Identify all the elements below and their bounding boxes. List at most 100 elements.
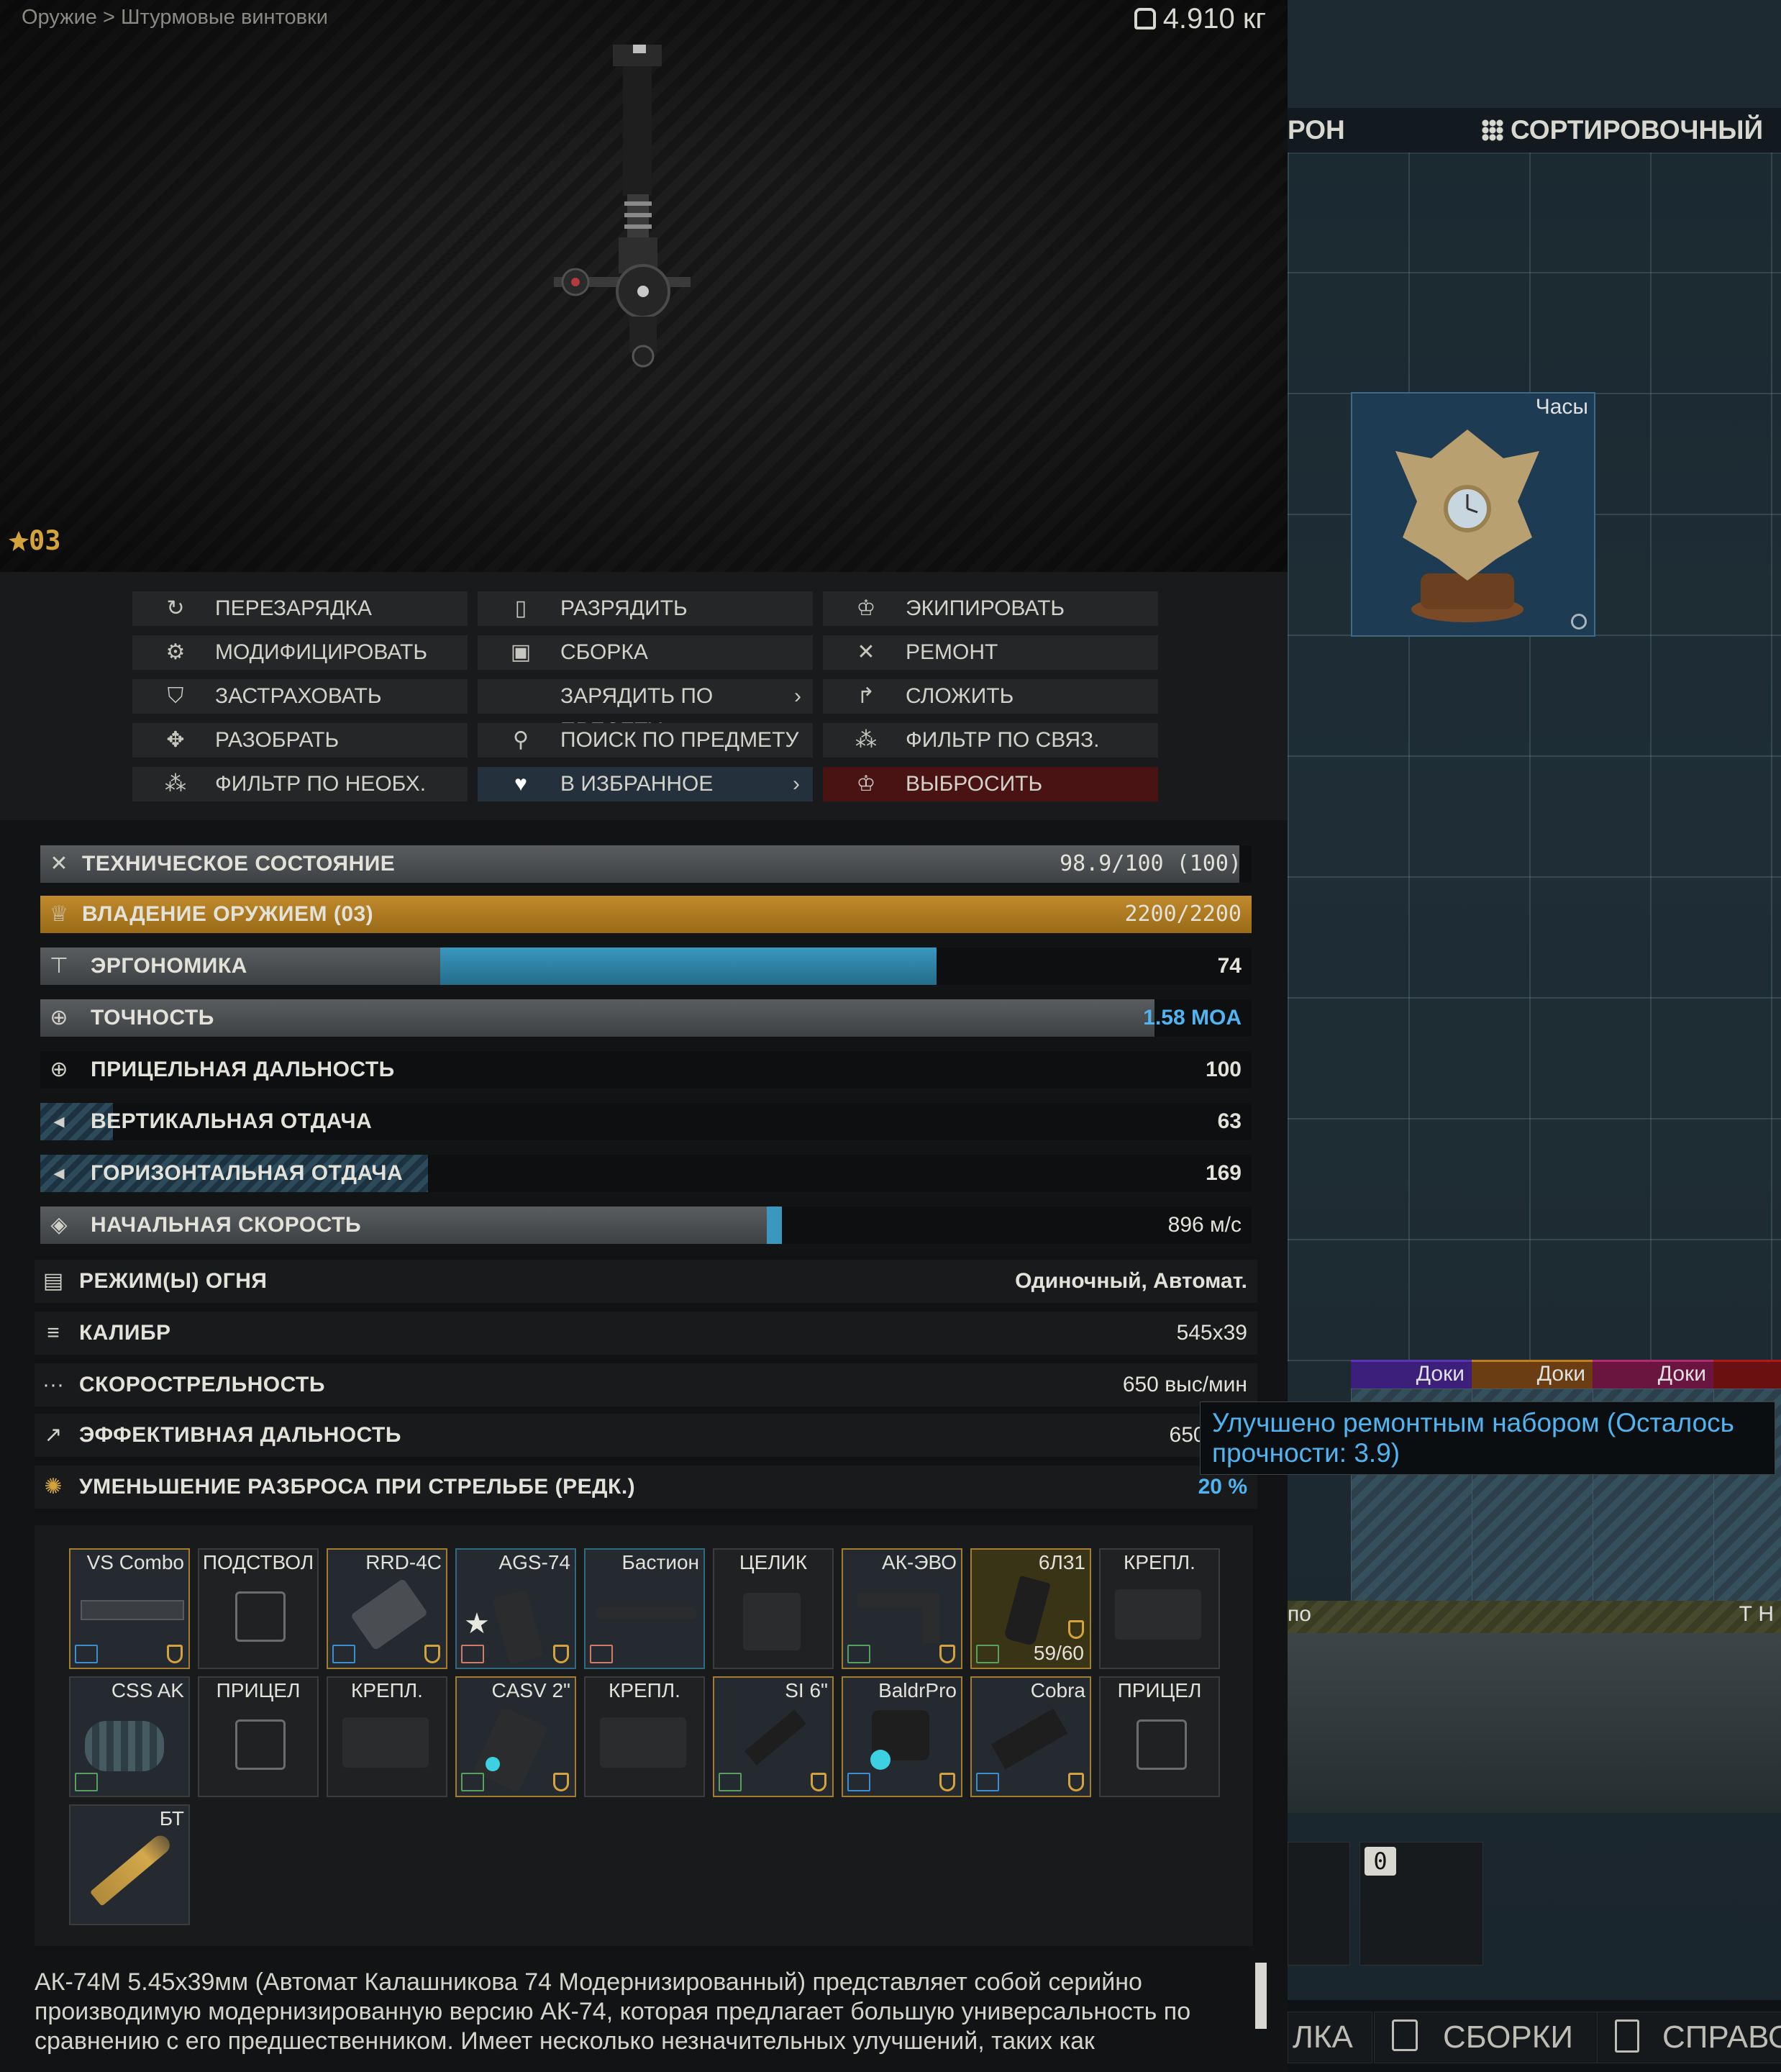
sort-header: РОН СОРТИРОВОЧНЫЙ [1288, 108, 1781, 154]
part-image [743, 1593, 801, 1650]
modify-icon: ⚙ [165, 640, 186, 664]
insured-icon [939, 1645, 955, 1663]
action-build-button[interactable]: ▣ СБОРКА [478, 635, 813, 670]
stash-item-clock[interactable]: Часы [1351, 392, 1595, 637]
stat-horizontal-recoil: ◂ ГОРИЗОНТАЛЬНАЯ ОТДАЧА 169 [40, 1155, 1252, 1192]
slot-gas-tube[interactable]: CSS AK [69, 1676, 190, 1797]
prop-dispersion: ✺ УМЕНЬШЕНИЕ РАЗБРОСА ПРИ СТРЕЛЬБЕ (РЕДК… [35, 1466, 1257, 1509]
repair-tooltip: Улучшено ремонтным набором (Осталось про… [1200, 1401, 1775, 1475]
insured-icon [1068, 1620, 1084, 1639]
slot-chamber[interactable]: БТ [69, 1804, 190, 1925]
slot-type-icon [976, 1645, 999, 1663]
strip-label-left: по [1288, 1602, 1311, 1626]
equipment-slot[interactable] [1288, 1842, 1350, 1966]
weapon-preview[interactable]: Оружие > Штурмовые винтовки 4.910 кг 03 [0, 0, 1288, 572]
action-insure-button[interactable]: ⛉ ЗАСТРАХОВАТЬ [132, 679, 468, 714]
discard-icon: ♔ [856, 772, 876, 796]
action-filter-linked-button[interactable]: ⁂ ФИЛЬТР ПО СВЯЗ. [823, 723, 1158, 758]
stat-value: 74 [1217, 954, 1242, 978]
action-label: ФИЛЬТР ПО СВЯЗ. [906, 728, 1100, 752]
slot-name: AGS-74 [498, 1551, 570, 1573]
slot-rear-sight[interactable]: ЦЕЛИК [713, 1548, 834, 1669]
tab-builds-label: СБОРКИ [1443, 2019, 1573, 2055]
stat-label: НАЧАЛЬНАЯ СКОРОСТЬ [91, 1213, 362, 1237]
stat-label: ЭРГОНОМИКА [91, 954, 247, 978]
slot-grip[interactable]: AGS-74 ★ [455, 1548, 576, 1669]
magazine-count: 59/60 [1033, 1642, 1084, 1664]
velocity-icon: ◈ [50, 1213, 68, 1237]
action-label: ПЕРЕЗАРЯДКА [215, 596, 372, 620]
slot-name: КРЕПЛ. [351, 1679, 423, 1701]
slot-muzzle[interactable]: RRD-4C [327, 1548, 447, 1669]
slot-magazine[interactable]: 6Л31 59/60 [970, 1548, 1091, 1669]
filter-linked-icon: ⁂ [855, 728, 877, 752]
action-discard-button[interactable]: ♔ ВЫБРОСИТЬ [823, 767, 1158, 801]
slot-sight[interactable]: Cobra [970, 1676, 1091, 1797]
clock-item-image [1395, 430, 1539, 622]
large-container[interactable] [1288, 1633, 1781, 1813]
slot-stock[interactable]: АК-ЭВО [842, 1548, 962, 1669]
part-image [1003, 1575, 1051, 1647]
slot-dust-cover[interactable]: Бастион [584, 1548, 705, 1669]
slot-foregrip[interactable]: CASV 2" [455, 1676, 576, 1797]
stash-grid[interactable] [1288, 153, 1781, 1361]
stash-top-area [1288, 0, 1781, 108]
prop-label: УМЕНЬШЕНИЕ РАЗБРОСА ПРИ СТРЕЛЬБЕ (РЕДК.) [79, 1475, 636, 1499]
action-label: РАЗРЯДИТЬ [560, 596, 688, 620]
action-label: ФИЛЬТР ПО НЕОБХ. [215, 772, 427, 796]
action-filter-required-button[interactable]: ⁂ ФИЛЬТР ПО НЕОБХ. [132, 767, 468, 801]
tab-reference[interactable]: СПРАВО [1597, 2012, 1781, 2063]
stat-value: 63 [1217, 1109, 1242, 1133]
slot-underbarrel[interactable]: ПОДСТВОЛ [198, 1548, 319, 1669]
part-image [486, 1757, 500, 1771]
slot-mount[interactable]: КРЕПЛ. [584, 1676, 705, 1797]
slot-mount[interactable]: КРЕПЛ. [1099, 1548, 1220, 1669]
action-equip-button[interactable]: ♔ ЭКИПИРОВАТЬ [823, 591, 1158, 626]
action-repair-button[interactable]: ✕ РЕМОНТ [823, 635, 1158, 670]
equipment-slot[interactable]: 0 [1359, 1842, 1483, 1966]
checkmark-icon [1571, 614, 1587, 630]
action-search-button[interactable]: ⚲ ПОИСК ПО ПРЕДМЕТУ [478, 723, 813, 758]
stat-sight-range: ⊕ ПРИЦЕЛЬНАЯ ДАЛЬНОСТЬ 100 [40, 1051, 1252, 1089]
action-load-preset-button[interactable]: ЗАРЯДИТЬ ПО ПРЕСЕТУ› [478, 679, 813, 742]
repair-icon: ✕ [50, 852, 68, 876]
stat-vertical-recoil: ◂ ВЕРТИКАЛЬНАЯ ОТДАЧА 63 [40, 1103, 1252, 1140]
slot-name: BaldrPro [878, 1679, 957, 1701]
tab-builds[interactable]: СБОРКИ [1374, 2012, 1631, 2063]
tab-sort-table[interactable]: СОРТИРОВОЧНЫЙ [1511, 108, 1763, 153]
prop-label: РЕЖИМ(Ы) ОГНЯ [79, 1269, 268, 1293]
action-label: РЕМОНТ [906, 640, 998, 664]
description-scrollbar[interactable] [1255, 1963, 1267, 2029]
action-fold-button[interactable]: ↱ СЛОЖИТЬ [823, 679, 1158, 714]
insured-icon [1068, 1773, 1084, 1791]
action-unload-button[interactable]: ▯ РАЗРЯДИТЬ [478, 591, 813, 626]
prop-effective-range: ↗ ЭФФЕКТИВНАЯ ДАЛЬНОСТЬ 650 мет [35, 1414, 1257, 1457]
tab-partial[interactable]: ЛКА [1288, 2012, 1372, 2063]
stat-value: 2200/2200 [1124, 901, 1242, 927]
tab-left-partial[interactable]: РОН [1288, 108, 1345, 153]
doc-label: Доки [1593, 1360, 1713, 1389]
slot-mount[interactable]: КРЕПЛ. [327, 1676, 447, 1797]
part-image [922, 1593, 939, 1643]
recoil-icon: ◂ [53, 1161, 65, 1185]
stat-value: 169 [1205, 1161, 1242, 1185]
action-disassemble-button[interactable]: ✥ РАЗОБРАТЬ [132, 723, 468, 758]
slot-handguard[interactable]: VS Combo [69, 1548, 190, 1669]
part-image [81, 1600, 184, 1620]
action-favorite-button[interactable]: ♥ В ИЗБРАННОЕ › [478, 767, 813, 801]
slot-scope[interactable]: ПРИЦЕЛ [1099, 1676, 1220, 1797]
filter-required-icon: ⁂ [165, 772, 186, 796]
action-label: ВЫБРОСИТЬ [906, 772, 1043, 796]
action-label: СБОРКА [560, 640, 648, 664]
slot-scope[interactable]: ПРИЦЕЛ [198, 1676, 319, 1797]
action-reload-button[interactable]: ↻ ПЕРЕЗАРЯДКА [132, 591, 468, 626]
scope-placeholder-icon [1137, 1719, 1187, 1770]
prop-caliber: ≡ КАЛИБР 545x39 [35, 1312, 1257, 1355]
slot-tactical[interactable]: BaldrPro [842, 1676, 962, 1797]
action-modify-button[interactable]: ⚙ МОДИФИЦИРОВАТЬ [132, 635, 468, 670]
slot-stock-tube[interactable]: SI 6" [713, 1676, 834, 1797]
search-icon: ⚲ [513, 728, 529, 752]
context-actions: ↻ ПЕРЕЗАРЯДКА ▯ РАЗРЯДИТЬ ♔ ЭКИПИРОВАТЬ ⚙ МО… [0, 572, 1288, 820]
stat-label: ВЛАДЕНИЕ ОРУЖИЕМ (03) [82, 902, 374, 926]
mastery-badge: 03 [9, 525, 61, 556]
